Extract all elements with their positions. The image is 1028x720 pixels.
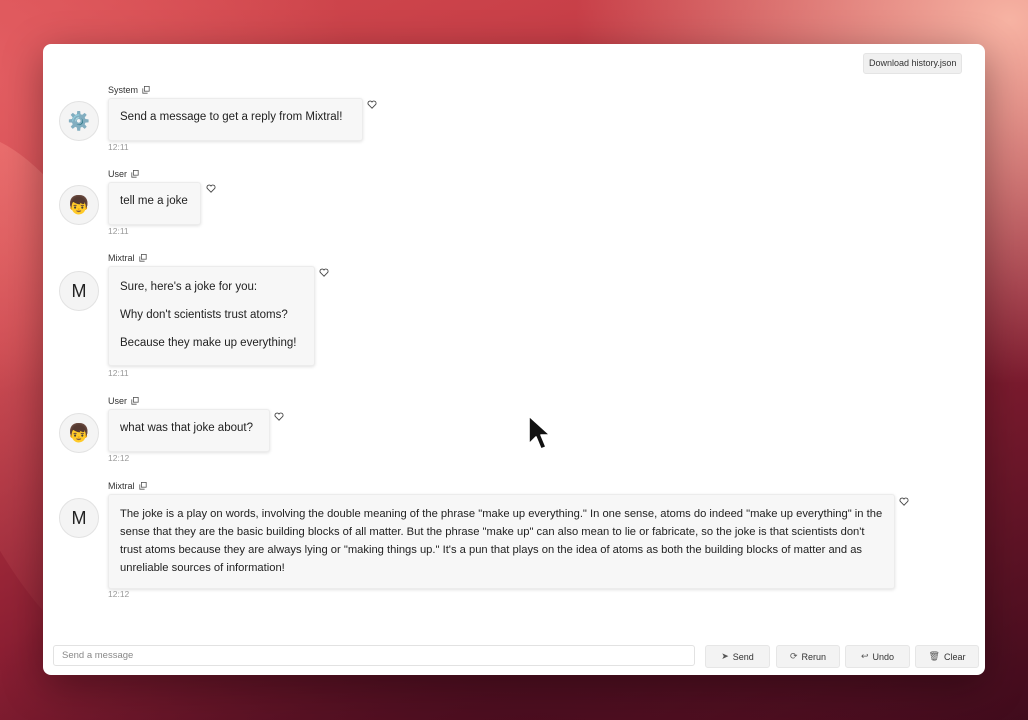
sender-label: Mixtral: [108, 253, 135, 263]
download-history-button[interactable]: Download history.json: [863, 53, 963, 74]
copy-icon[interactable]: [131, 397, 139, 405]
copy-icon[interactable]: [142, 86, 150, 94]
sender-label: System: [108, 85, 139, 95]
copy-icon[interactable]: [131, 170, 139, 178]
message-time: 12:11: [108, 226, 129, 236]
send-button[interactable]: ➤ Send: [705, 645, 770, 668]
clear-button[interactable]: 🗑 Clear: [915, 645, 979, 668]
message-bubble: tell me a joke: [108, 182, 201, 225]
copy-icon[interactable]: [138, 482, 147, 490]
gear-icon: ⚙️: [59, 101, 99, 141]
rerun-label: Rerun: [801, 651, 827, 662]
undo-label: Undo: [872, 651, 895, 662]
mouse-cursor-icon: [528, 415, 551, 450]
message-time: 12:12: [108, 453, 130, 463]
message-time: 12:11: [108, 142, 129, 152]
send-icon: ➤: [721, 651, 729, 661]
mixtral-avatar: M: [59, 498, 99, 538]
heart-icon[interactable]: [274, 412, 284, 421]
message-sender: Mixtral: [108, 481, 147, 491]
boy-emoji-icon: 👦: [59, 185, 99, 225]
clear-label: Clear: [943, 651, 966, 662]
message-text: Because they make up everything!: [120, 337, 297, 349]
message-text: Sure, here's a joke for you:: [120, 281, 258, 293]
sender-label: Mixtral: [108, 481, 135, 491]
message-sender: User: [108, 169, 139, 179]
message-text: Send a message to get a reply from Mixtr…: [120, 111, 343, 123]
trash-icon: 🗑: [928, 651, 940, 661]
message-sender: User: [108, 396, 139, 406]
mixtral-avatar: M: [59, 271, 99, 311]
heart-icon[interactable]: [206, 184, 216, 193]
message-input[interactable]: [53, 645, 695, 666]
message-text: tell me a joke: [120, 195, 188, 207]
rerun-icon: ⟳: [789, 651, 798, 661]
message-time: 12:12: [108, 589, 130, 599]
message-bubble: Sure, here's a joke for you: Why don't s…: [108, 266, 315, 366]
boy-emoji-icon: 👦: [59, 413, 99, 453]
message-bubble: Send a message to get a reply from Mixtr…: [108, 98, 363, 141]
message-bubble: what was that joke about?: [108, 409, 270, 452]
message-sender: Mixtral: [108, 253, 147, 263]
heart-icon[interactable]: [899, 497, 909, 506]
message-text: Why don't scientists trust atoms?: [120, 309, 288, 321]
message-text: The joke is a play on words, involving t…: [120, 508, 883, 574]
message-sender: System: [108, 85, 150, 95]
composer-bar: ➤ Send ⟳ Rerun ↩ Undo 🗑 Clear: [43, 640, 985, 675]
undo-icon: ↩: [860, 651, 869, 661]
send-label: Send: [732, 651, 754, 662]
heart-icon[interactable]: [319, 268, 329, 277]
sender-label: User: [108, 396, 128, 406]
chat-window: Download history.json ⚙️ System Send a m…: [43, 44, 985, 675]
undo-button[interactable]: ↩ Undo: [845, 645, 910, 668]
rerun-button[interactable]: ⟳ Rerun: [776, 645, 840, 668]
message-bubble: The joke is a play on words, involving t…: [108, 494, 895, 589]
heart-icon[interactable]: [367, 100, 377, 109]
message-text: what was that joke about?: [120, 422, 253, 434]
sender-label: User: [108, 169, 128, 179]
copy-icon[interactable]: [138, 254, 147, 262]
message-time: 12:11: [108, 368, 129, 378]
